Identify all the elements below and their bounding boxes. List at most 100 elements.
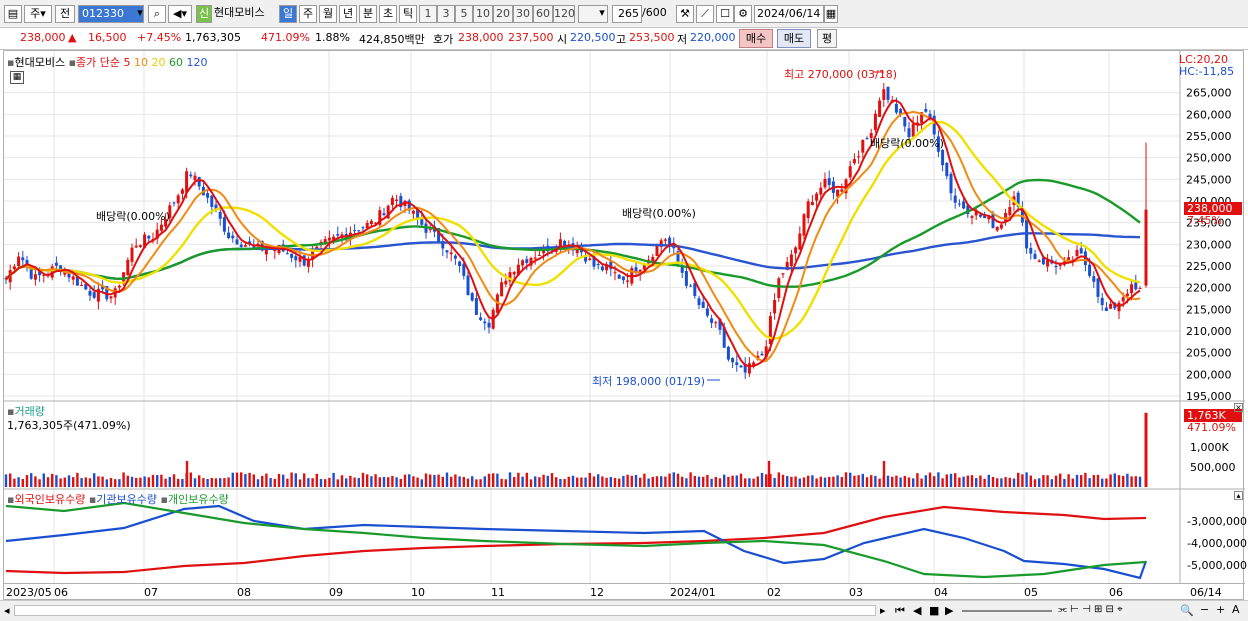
first-page-icon[interactable]: ⏮ — [895, 604, 905, 618]
checkbox-icon[interactable]: ☐ — [716, 5, 734, 23]
layout-icon[interactable]: ▤ — [4, 5, 22, 23]
candle-body — [126, 259, 130, 276]
volume-bar — [475, 479, 478, 487]
interval-20-button[interactable]: 20 — [493, 5, 513, 23]
candle-body — [218, 211, 222, 219]
volume-bar — [1138, 476, 1142, 487]
flat-button[interactable]: 평 — [817, 29, 837, 48]
prev-page-icon[interactable]: ◀ — [913, 604, 921, 617]
font-size-icon[interactable]: A — [1232, 603, 1240, 616]
volume-bar — [651, 476, 654, 487]
interval-1-button[interactable]: 1 — [419, 5, 437, 23]
candle-body — [617, 274, 621, 279]
sell-button[interactable]: 매도 — [777, 29, 811, 48]
volume-bar — [46, 477, 50, 487]
table-icon[interactable]: ▦ — [10, 71, 24, 84]
candle-body — [823, 178, 827, 188]
close-icon[interactable]: × — [1234, 403, 1243, 412]
count-input[interactable]: 265 — [612, 5, 642, 23]
interval-30-button[interactable]: 30 — [513, 5, 533, 23]
volume-bar — [1122, 475, 1125, 487]
volume-bar — [1012, 478, 1016, 487]
legend-ma5: 5 — [123, 56, 131, 69]
date-label: 10 — [411, 586, 425, 599]
gear-icon[interactable]: ⚙ — [734, 5, 752, 23]
date-label: 08 — [237, 586, 251, 599]
period-daily-tab[interactable]: 일 — [279, 5, 297, 23]
market-select[interactable]: 주▾ — [24, 5, 52, 23]
period-tick-tab[interactable]: 틱 — [399, 5, 417, 23]
search-icon[interactable]: ⌕ — [148, 5, 166, 23]
volume-value: 1,763,305 — [185, 31, 241, 44]
interval-3-button[interactable]: 3 — [437, 5, 455, 23]
candle-body — [613, 272, 617, 274]
minus-icon[interactable]: − — [1200, 603, 1209, 616]
buy-button[interactable]: 매수 — [739, 29, 773, 48]
chart-area[interactable]: 265,000260,000255,000250,000245,000240,0… — [3, 50, 1247, 600]
volume-bar — [550, 473, 554, 487]
volume-bar — [924, 475, 927, 487]
tool-icon[interactable]: ⫘ ⊢ ⊣ ⊞ ⊟ ⌖ — [1058, 604, 1123, 615]
period-second-tab[interactable]: 초 — [379, 5, 397, 23]
period-monthly-tab[interactable]: 월 — [319, 5, 337, 23]
volume-bar — [1075, 474, 1079, 487]
next-page-icon[interactable]: ▶ — [945, 604, 953, 617]
candle-body — [369, 220, 373, 225]
volume-bar — [777, 472, 780, 487]
interval-5-button[interactable]: 5 — [455, 5, 473, 23]
period-weekly-tab[interactable]: 주 — [299, 5, 317, 23]
plus-icon[interactable]: + — [1216, 603, 1225, 616]
code-dropdown-icon[interactable]: ▾ — [134, 5, 146, 23]
candle-body — [999, 224, 1003, 229]
volume-bar — [420, 479, 423, 487]
calendar-icon[interactable]: ▦ — [824, 5, 838, 23]
period-yearly-tab[interactable]: 년 — [339, 5, 357, 23]
candle-body — [117, 285, 121, 288]
candle-body — [243, 245, 247, 247]
candle-body — [626, 280, 630, 282]
volume-bar — [592, 476, 596, 487]
candle-body — [17, 256, 21, 267]
zoom-in-icon[interactable]: 🔍 — [1180, 604, 1194, 617]
scroll-left-icon[interactable]: ◂ — [4, 604, 10, 617]
volume-bar — [525, 472, 528, 487]
volume-bar — [319, 478, 323, 487]
volume-bar — [735, 475, 738, 487]
candle-body — [180, 189, 184, 194]
candle-body — [235, 239, 239, 245]
close-icon[interactable]: ▴ — [1234, 491, 1243, 500]
zoom-slider[interactable] — [962, 610, 1052, 612]
candle-body — [130, 247, 134, 262]
volume-bar — [681, 476, 684, 487]
volume-bar — [903, 475, 906, 487]
scroll-right-icon[interactable]: ▸ — [880, 604, 886, 617]
candle-body — [147, 235, 151, 239]
dividend-annotation: 배당락(0.00%) — [870, 137, 944, 150]
interval-dropdown-icon[interactable]: ▾ — [596, 5, 608, 23]
indicator-icon[interactable]: ⚒ — [676, 5, 694, 23]
main-legend: ▪현대모비스 ▪종가 단순 5 10 20 60 120 — [7, 54, 208, 70]
speaker-icon[interactable]: ◀▾ — [168, 5, 192, 23]
volume-bar — [164, 478, 167, 487]
volume-bar — [643, 473, 646, 487]
date-label: 04 — [934, 586, 948, 599]
volume-bar — [382, 476, 386, 487]
horizontal-scrollbar[interactable] — [14, 605, 876, 616]
interval-120-button[interactable]: 120 — [553, 5, 575, 23]
period-minute-tab[interactable]: 분 — [359, 5, 377, 23]
mode-button[interactable]: 전 — [55, 5, 75, 23]
volume-bar — [13, 478, 16, 487]
stop-icon[interactable]: ■ — [929, 604, 939, 617]
candle-body — [533, 257, 537, 259]
volume-bar — [517, 472, 520, 487]
volume-bar — [168, 476, 171, 487]
date-label: 09 — [329, 586, 343, 599]
interval-10-button[interactable]: 10 — [473, 5, 493, 23]
date-input[interactable]: 2024/06/14 — [754, 5, 824, 23]
draw-icon[interactable]: ⟋ — [696, 5, 714, 23]
candle-body — [71, 276, 75, 280]
candle-body — [390, 197, 394, 206]
candle-body — [428, 229, 432, 231]
interval-60-button[interactable]: 60 — [533, 5, 553, 23]
volume-bar — [147, 477, 150, 487]
